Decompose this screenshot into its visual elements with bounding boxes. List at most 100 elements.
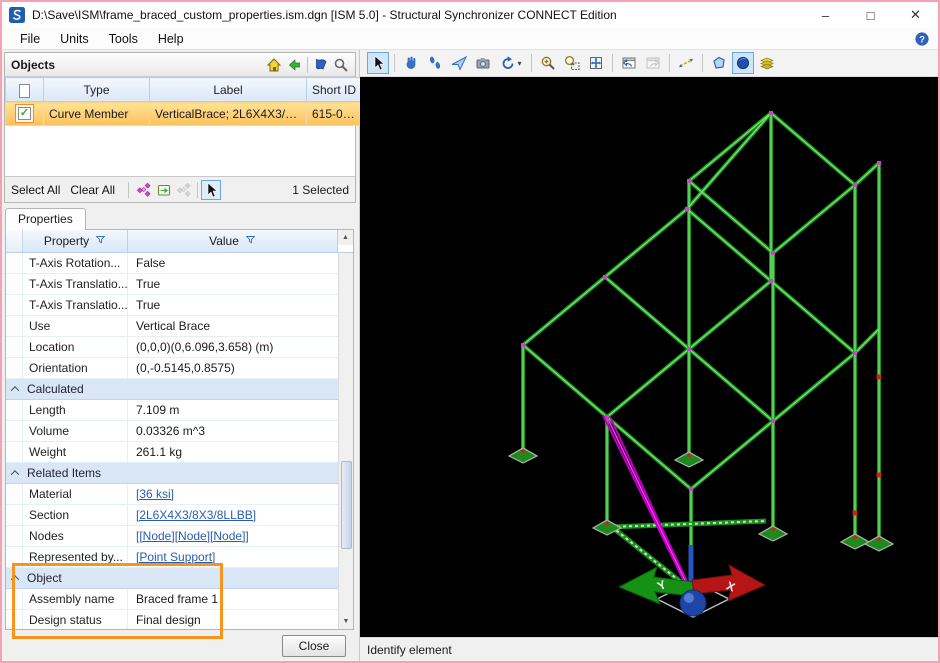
properties-panel: Properties Property Value ▲ T-Axis bbox=[5, 206, 354, 630]
tab-properties[interactable]: Properties bbox=[5, 208, 86, 230]
objects-panel: Objects ✓ Type Label Short ID ✓Curve Mem… bbox=[4, 52, 356, 203]
maximize-button[interactable]: □ bbox=[848, 2, 893, 28]
3d-viewport[interactable]: YX bbox=[360, 77, 938, 637]
column-header-label[interactable]: Label bbox=[150, 78, 307, 102]
property-name: Length bbox=[23, 400, 128, 420]
flag-icon[interactable] bbox=[311, 55, 331, 75]
layers-icon[interactable] bbox=[756, 52, 778, 74]
menu-help[interactable]: Help bbox=[148, 30, 194, 48]
selection-count: 1 Selected bbox=[292, 183, 349, 197]
property-row: Location(0,0,0)(0,6.096,3.658) (m) bbox=[6, 337, 338, 358]
isolate-selection-icon[interactable] bbox=[154, 180, 174, 200]
fit-view-icon[interactable] bbox=[585, 52, 607, 74]
objects-table-empty-area bbox=[5, 126, 355, 176]
help-icon[interactable]: ? bbox=[914, 31, 930, 47]
row-checkbox[interactable]: ✓ bbox=[18, 107, 31, 120]
property-name: Assembly name bbox=[23, 589, 128, 609]
view-previous-icon[interactable] bbox=[618, 52, 640, 74]
clip-volume-icon[interactable] bbox=[708, 52, 730, 74]
filter-icon[interactable] bbox=[245, 234, 256, 248]
column-header-short-id[interactable]: Short ID bbox=[307, 78, 362, 102]
select-icon[interactable] bbox=[367, 52, 389, 74]
collapse-chevron-icon[interactable] bbox=[6, 463, 23, 483]
property-row: Weight261.1 kg bbox=[6, 442, 338, 463]
objects-table-row[interactable]: ✓Curve MemberVerticalBrace; 2L6X4X3/8X3/… bbox=[6, 102, 362, 126]
toolbar-separator bbox=[394, 54, 395, 72]
property-value[interactable]: [2L6X4X3/8X3/8LLBB] bbox=[128, 505, 338, 525]
identify-icon[interactable] bbox=[201, 180, 221, 200]
menu-units[interactable]: Units bbox=[50, 30, 98, 48]
menu-file[interactable]: File bbox=[10, 30, 50, 48]
property-value[interactable]: [Point Support] bbox=[128, 547, 338, 567]
app-logo-icon bbox=[9, 7, 25, 23]
menu-tools[interactable]: Tools bbox=[99, 30, 148, 48]
objects-footer: Select All Clear All 1 Selected bbox=[5, 176, 355, 202]
toolbar-separator bbox=[197, 182, 198, 198]
home-icon[interactable] bbox=[264, 55, 284, 75]
objects-panel-title: Objects bbox=[11, 58, 55, 72]
select-all-checkbox[interactable]: ✓ bbox=[6, 78, 44, 102]
property-row: T-Axis Translatio...True bbox=[6, 295, 338, 316]
scrollbar-up-arrow[interactable]: ▲ bbox=[338, 230, 353, 245]
cell-label: VerticalBrace; 2L6X4X3/8X3/8LL... bbox=[150, 102, 307, 126]
select-all-button[interactable]: Select All bbox=[11, 183, 60, 197]
fit-selection-icon[interactable] bbox=[134, 180, 154, 200]
property-row: Nodes[[Node][Node][Node]] bbox=[6, 526, 338, 547]
filter-icon[interactable] bbox=[95, 234, 106, 248]
column-header-property[interactable]: Property bbox=[23, 230, 128, 252]
property-value: Final design bbox=[128, 610, 338, 629]
collapse-chevron-icon[interactable] bbox=[6, 379, 23, 399]
property-row: Assembly nameBraced frame 1 bbox=[6, 589, 338, 610]
menu-bar: FileUnitsToolsHelp ? bbox=[2, 28, 938, 50]
property-row: T-Axis Rotation...False bbox=[6, 253, 338, 274]
title-bar: D:\Save\ISM\frame_braced_custom_properti… bbox=[2, 2, 938, 28]
walk-icon[interactable] bbox=[424, 52, 446, 74]
display-style-icon[interactable] bbox=[732, 52, 754, 74]
view-next-icon bbox=[642, 52, 664, 74]
property-name: T-Axis Translatio... bbox=[23, 274, 128, 294]
property-value: True bbox=[128, 274, 338, 294]
property-name: Section bbox=[23, 505, 128, 525]
property-row: Section[2L6X4X3/8X3/8LLBB] bbox=[6, 505, 338, 526]
window-title: D:\Save\ISM\frame_braced_custom_properti… bbox=[32, 8, 803, 22]
objects-table-header: ✓ Type Label Short ID bbox=[6, 78, 362, 102]
property-row: Orientation(0,-0.5145,0.8575) bbox=[6, 358, 338, 379]
scrollbar-down-arrow[interactable]: ▼ bbox=[339, 614, 354, 629]
scrollbar-thumb[interactable] bbox=[341, 461, 352, 549]
camera-icon[interactable] bbox=[472, 52, 494, 74]
objects-table: ✓ Type Label Short ID ✓Curve MemberVerti… bbox=[5, 77, 362, 126]
close-button[interactable]: Close bbox=[282, 635, 346, 657]
wireframe-model[interactable]: YX bbox=[360, 77, 938, 637]
minimize-button[interactable]: – bbox=[803, 2, 848, 28]
column-header-type[interactable]: Type bbox=[44, 78, 150, 102]
property-group-related-items[interactable]: Related Items bbox=[6, 463, 338, 484]
property-group-object[interactable]: Object bbox=[6, 568, 338, 589]
pan-icon[interactable] bbox=[400, 52, 422, 74]
toolbar-separator bbox=[307, 57, 308, 73]
column-header-value[interactable]: Value bbox=[128, 230, 338, 252]
zoom-in-icon[interactable] bbox=[537, 52, 559, 74]
objects-panel-header: Objects bbox=[5, 53, 355, 77]
property-name: Material bbox=[23, 484, 128, 504]
measure-icon[interactable] bbox=[675, 52, 697, 74]
clear-all-button[interactable]: Clear All bbox=[70, 183, 115, 197]
rotate-view-icon[interactable]: ▾ bbox=[496, 52, 526, 74]
property-value: (0,0,0)(0,6.096,3.658) (m) bbox=[128, 337, 338, 357]
property-value[interactable]: [36 ksi] bbox=[128, 484, 338, 504]
toolbar-separator bbox=[669, 54, 670, 72]
property-row: Represented by...[Point Support] bbox=[6, 547, 338, 568]
property-name: Weight bbox=[23, 442, 128, 462]
property-value[interactable]: [[Node][Node][Node]] bbox=[128, 526, 338, 546]
close-button[interactable]: ✕ bbox=[893, 2, 938, 28]
dropdown-caret-icon[interactable]: ▾ bbox=[517, 59, 521, 68]
back-icon[interactable] bbox=[284, 55, 304, 75]
collapse-chevron-icon[interactable] bbox=[6, 568, 23, 588]
zoom-window-icon[interactable] bbox=[561, 52, 583, 74]
fly-icon[interactable] bbox=[448, 52, 470, 74]
toolbar-separator bbox=[612, 54, 613, 72]
search-icon[interactable] bbox=[331, 55, 351, 75]
property-group-calculated[interactable]: Calculated bbox=[6, 379, 338, 400]
property-row: Material[36 ksi] bbox=[6, 484, 338, 505]
row-checkbox-cell[interactable]: ✓ bbox=[6, 102, 44, 126]
properties-scrollbar[interactable]: ▼ bbox=[338, 253, 353, 629]
